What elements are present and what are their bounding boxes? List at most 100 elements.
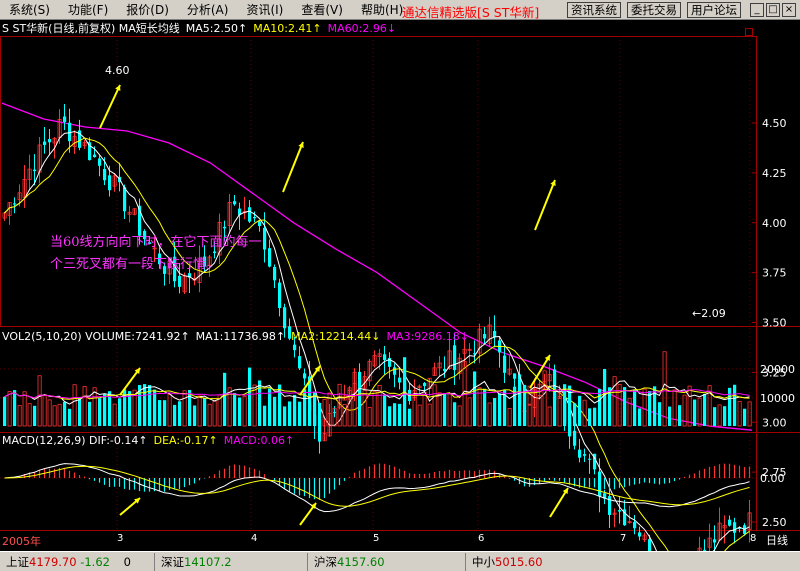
volume-bar — [298, 401, 302, 426]
volume-bar — [318, 402, 322, 426]
candle — [253, 216, 257, 219]
volume-bar — [408, 408, 412, 426]
volume-bar — [273, 396, 277, 426]
volume-bar — [703, 393, 707, 426]
candle — [648, 539, 652, 551]
date-axis-year: 2005年 — [2, 535, 41, 548]
volume-bar — [163, 400, 167, 426]
month-mark-3: 3 — [117, 533, 124, 544]
macd-value: MACD:0.06↑ — [223, 434, 295, 447]
price-panel-header: S ST华新(日线,前复权) MA短长均线 MA5:2.50↑ MA10:2.41↑… — [2, 22, 402, 36]
kline-chart[interactable]: 4.504.254.003.753.503.253.002.752.502000… — [0, 20, 800, 551]
news-system-button[interactable]: 资讯系统 — [567, 2, 621, 18]
hs-index[interactable]: 沪深4157.60 — [308, 552, 466, 571]
volume-bar — [358, 379, 362, 426]
menu-view[interactable]: 查看(V) — [292, 0, 352, 20]
volume-bar — [388, 406, 392, 426]
candle — [233, 201, 237, 205]
menu-system[interactable]: 系统(S) — [0, 0, 59, 20]
volume-bar — [283, 406, 287, 426]
candle — [43, 141, 47, 145]
status-bar: 上证4179.70 -1.62 0 深证14107.2 沪深4157.60 中小… — [0, 551, 800, 571]
sz-index[interactable]: 深证14107.2 — [155, 552, 308, 571]
volume-bar — [498, 393, 502, 426]
volume-bar — [223, 372, 227, 426]
minimize-icon[interactable]: _ — [750, 3, 764, 17]
forum-button[interactable]: 用户论坛 — [687, 2, 741, 18]
volume-bar — [443, 393, 447, 426]
close-icon[interactable]: × — [782, 3, 796, 17]
price-title: S ST华新(日线,前复权) MA短长均线 — [2, 22, 180, 35]
volume-tick-label: 10000 — [760, 392, 795, 405]
volume-bar — [203, 398, 207, 426]
volume-bar — [453, 402, 457, 426]
candle — [393, 367, 397, 375]
app-title: 通达信精选版[S ST华新] — [402, 5, 540, 20]
volume-bar — [293, 394, 297, 426]
macd-tick-label: 0.00 — [760, 472, 785, 485]
price-tick-label: 4.00 — [762, 217, 787, 230]
candle — [103, 169, 107, 181]
volume-bar — [743, 408, 747, 426]
zx-index[interactable]: 中小5015.60 — [466, 553, 766, 571]
volume-bar — [598, 388, 602, 426]
high-price-label: 4.60 — [105, 64, 130, 77]
volume-bar — [233, 392, 237, 426]
volume-bar — [638, 408, 642, 426]
candle — [728, 519, 732, 526]
candle — [638, 532, 642, 537]
volume-bar — [188, 390, 192, 426]
candle — [398, 377, 402, 383]
sh-index[interactable]: 上证4179.70 -1.62 0 — [0, 552, 155, 571]
volume-bar — [173, 404, 177, 426]
ma60-value: MA60:2.96↓ — [327, 22, 397, 35]
ma10-value: MA10:2.41↑ — [253, 22, 322, 35]
candle — [573, 430, 577, 446]
candle — [513, 373, 517, 379]
volume-bar — [693, 399, 697, 426]
candle — [333, 412, 337, 414]
volume-bar — [733, 384, 737, 426]
volume-bar — [63, 401, 67, 426]
candle — [588, 458, 592, 460]
volume-bar — [668, 406, 672, 426]
candle — [423, 383, 427, 387]
volume-bar — [153, 389, 157, 426]
volume-panel-header: VOL2(5,10,20) VOLUME:7241.92↑ MA1:11736.9… — [2, 330, 475, 344]
volume-bar — [483, 388, 487, 426]
sh-change: -1.62 — [80, 554, 110, 569]
candle — [273, 267, 277, 281]
period-label[interactable]: 日线 — [766, 532, 788, 548]
volume-bar — [713, 407, 717, 426]
candle — [123, 187, 127, 212]
sz-value: 14107.2 — [184, 554, 232, 569]
candle — [93, 154, 97, 158]
volume-bar — [268, 388, 272, 426]
candle — [258, 221, 262, 227]
volume-bar — [248, 367, 252, 426]
candle — [503, 355, 507, 373]
volume-bar — [33, 405, 37, 426]
volume-bar — [393, 403, 397, 426]
vol-ma3: MA3:9286.18↓ — [386, 330, 469, 343]
candle — [583, 454, 587, 456]
volume-bar — [648, 391, 652, 426]
trade-button[interactable]: 委托交易 — [627, 2, 681, 18]
volume-bar — [88, 401, 92, 426]
volume-bar — [553, 394, 557, 426]
volume-bar — [98, 398, 102, 426]
low-price-label: ←2.09 — [692, 307, 726, 320]
candle — [383, 354, 387, 361]
menu-analysis[interactable]: 分析(A) — [178, 0, 238, 20]
price-tick-label: 3.50 — [762, 317, 787, 330]
month-mark-6: 6 — [478, 533, 485, 544]
candle — [283, 307, 287, 329]
candle — [223, 226, 227, 229]
month-mark-4: 4 — [251, 533, 258, 544]
menu-info[interactable]: 资讯(I) — [237, 0, 292, 20]
menu-function[interactable]: 功能(F) — [59, 0, 117, 20]
volume-bar — [158, 400, 162, 426]
menu-quote[interactable]: 报价(D) — [117, 0, 178, 20]
volume-bar — [383, 395, 387, 426]
maximize-icon[interactable]: □ — [766, 3, 780, 17]
